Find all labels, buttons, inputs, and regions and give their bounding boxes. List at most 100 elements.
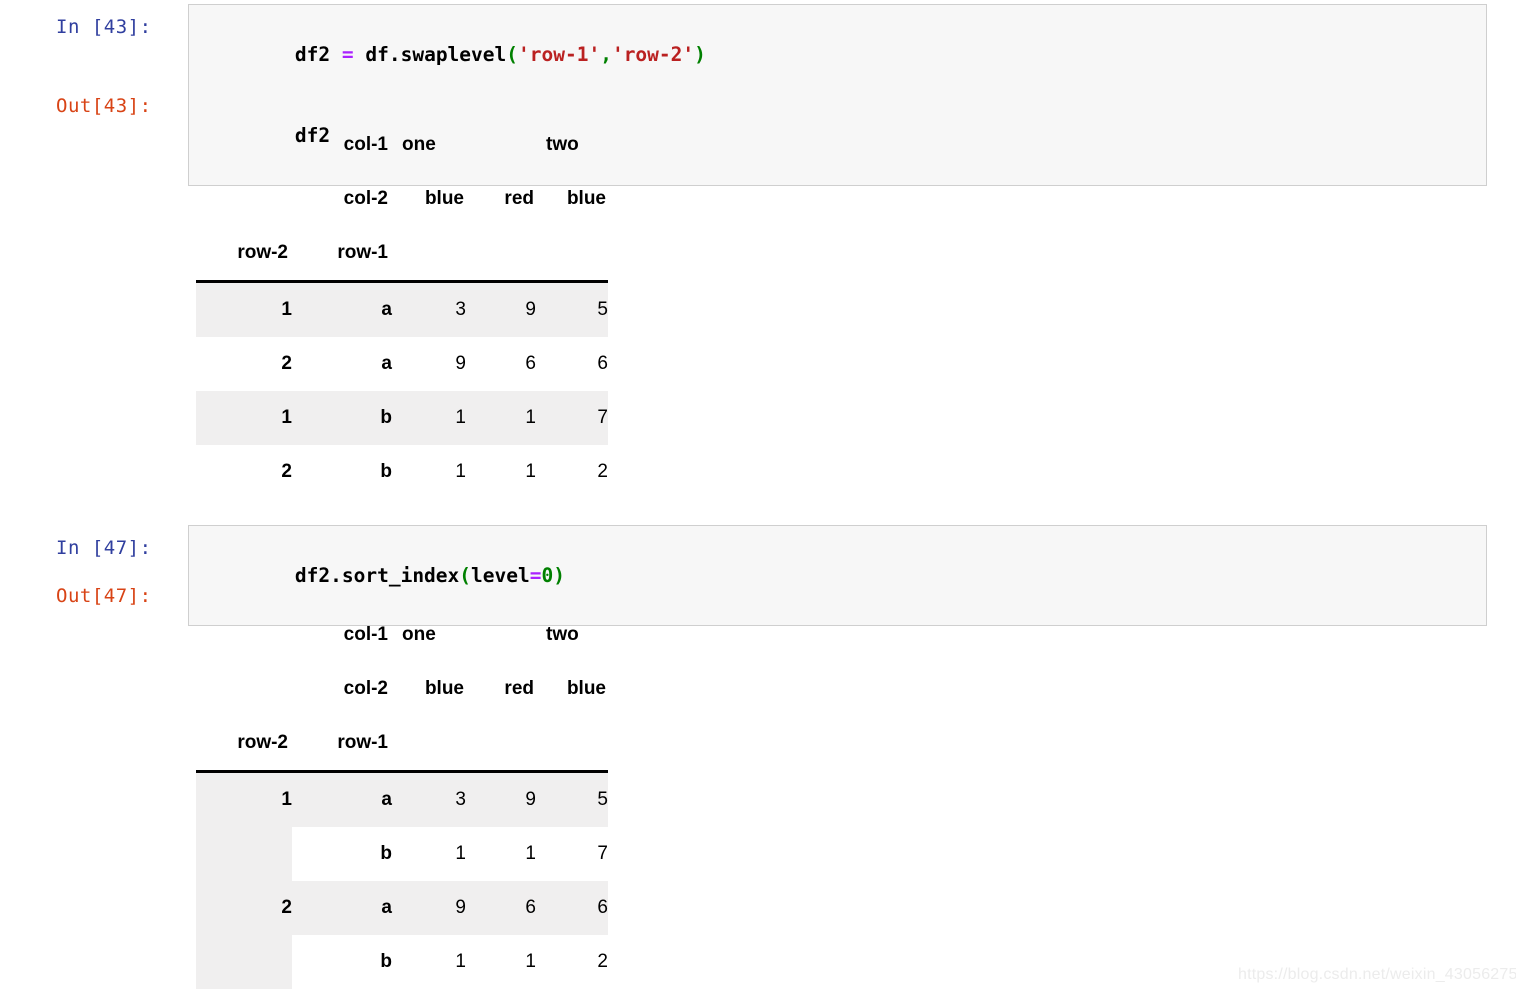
- cell-value: 2: [597, 951, 608, 972]
- table-header-row-col2: col-2 blue red blue: [196, 662, 608, 716]
- cell-value: 3: [392, 281, 466, 337]
- row-index-level0: [196, 827, 292, 881]
- code-token: df2.sort_index: [294, 564, 460, 587]
- index-names-spacer: [536, 716, 608, 773]
- output-prompt-47: Out[47]:: [56, 585, 152, 607]
- header-spacer: [196, 118, 292, 172]
- col-level-name-1: col-1: [343, 624, 388, 645]
- col-level-name-1: col-1: [343, 134, 388, 155]
- table-row: 1 a 3 9 5: [196, 281, 608, 337]
- code-token-punct: ): [694, 43, 706, 66]
- code-line: df2.sort_index(level=0): [201, 535, 1486, 616]
- row-index-level0: 2: [196, 881, 292, 935]
- col-header-red-one: red: [504, 678, 534, 699]
- row-index-level0: 1: [196, 281, 292, 337]
- header-spacer: [196, 662, 292, 716]
- code-token-string: 'row-1': [518, 43, 601, 66]
- row-index-level1: b: [380, 843, 392, 864]
- col-level-name-2: col-2: [343, 188, 388, 209]
- code-token: df2: [294, 43, 342, 66]
- col-group-one: one: [402, 134, 436, 155]
- cell-value: 3: [392, 771, 466, 827]
- code-token-punct: (: [506, 43, 519, 66]
- cell-value: 6: [466, 881, 536, 935]
- code-line: df2 = df.swaplevel('row-1','row-2'): [201, 14, 1486, 95]
- dataframe-table-unsorted: col-1 one two col-2 blue red blue row-2 …: [196, 118, 608, 499]
- col-group-one: one: [402, 624, 436, 645]
- col-level-name-2: col-2: [343, 678, 388, 699]
- cell-value: 1: [455, 461, 466, 482]
- code-token-operator: =: [529, 564, 542, 587]
- input-prompt-43[interactable]: In [43]:: [56, 14, 180, 40]
- code-token: df.swaplevel: [353, 43, 507, 66]
- index-name-row2: row-2: [196, 716, 292, 773]
- col-group-two: two: [546, 624, 579, 645]
- index-names-spacer: [466, 226, 536, 283]
- index-names-spacer: [392, 716, 466, 773]
- row-index-level0: [196, 935, 292, 989]
- cell-value: 1: [525, 461, 536, 482]
- cell-value: 6: [525, 353, 536, 374]
- index-names-spacer: [466, 716, 536, 773]
- site-watermark: https://blog.csdn.net/weixin_43056275: [1238, 966, 1516, 983]
- row-index-level1: b: [380, 951, 392, 972]
- row-index-level1: a: [381, 353, 392, 374]
- table-index-names-row: row-2 row-1: [196, 226, 608, 283]
- cell-value: 1: [525, 951, 536, 972]
- table-row: 2 a 9 6 6: [196, 337, 608, 391]
- row-index-level0: 2: [281, 353, 292, 374]
- col-header-blue-two: blue: [566, 188, 606, 209]
- cell-value: 1: [392, 391, 466, 445]
- dataframe-table-sorted: col-1 one two col-2 blue red blue row-2 …: [196, 608, 608, 989]
- row-index-level0: 1: [196, 771, 292, 827]
- table-body: 1 a 3 9 5 2 a 9 6 6 1 b 1 1 7 2 b 1 1 2: [196, 281, 608, 500]
- cell-value: 7: [536, 391, 608, 445]
- index-name-row1: row-1: [292, 716, 392, 773]
- code-token-operator: =: [341, 43, 354, 66]
- row-index-level0: 1: [196, 391, 292, 445]
- input-prompt-47[interactable]: In [47]:: [56, 535, 180, 561]
- row-index-level1: b: [292, 391, 392, 445]
- code-token-string: 'row-2': [611, 43, 695, 66]
- code-token-kwarg: level: [471, 564, 530, 587]
- table-row: 2 a 9 6 6: [196, 881, 608, 935]
- row-index-level0: 2: [281, 461, 292, 482]
- cell-value: 6: [536, 881, 608, 935]
- table-row: b 1 1 7: [196, 827, 608, 881]
- cell-value: 2: [597, 461, 608, 482]
- col-header-blue-one: blue: [424, 188, 464, 209]
- table-head: col-1 one two col-2 blue red blue row-2 …: [196, 608, 608, 773]
- header-spacer: [196, 608, 292, 662]
- cell-value: 5: [536, 771, 608, 827]
- col-header-blue-two: blue: [566, 678, 606, 699]
- cell-value: 7: [597, 843, 608, 864]
- cell-value: 1: [455, 843, 466, 864]
- cell-value: 9: [455, 353, 466, 374]
- cell-value: 9: [466, 771, 536, 827]
- code-token-number: 0: [541, 564, 554, 587]
- table-row: b 1 1 2: [196, 935, 608, 989]
- table-index-names-row: row-2 row-1: [196, 716, 608, 773]
- table-header-row-col1: col-1 one two: [196, 608, 608, 662]
- table-header-row-col1: col-1 one two: [196, 118, 608, 172]
- dataframe-output-43: col-1 one two col-2 blue red blue row-2 …: [196, 118, 608, 499]
- cell-value: 1: [455, 951, 466, 972]
- header-spacer: [196, 172, 292, 226]
- index-name-row1: row-1: [292, 226, 392, 283]
- cell-value: 9: [466, 281, 536, 337]
- table-head: col-1 one two col-2 blue red blue row-2 …: [196, 118, 608, 283]
- col-group-two: two: [546, 134, 579, 155]
- table-row: 1 b 1 1 7: [196, 391, 608, 445]
- table-row: 2 b 1 1 2: [196, 445, 608, 499]
- code-token-punct: ): [553, 564, 565, 587]
- table-row: 1 a 3 9 5: [196, 771, 608, 827]
- table-body: 1 a 3 9 5 b 1 1 7 2 a 9 6 6 b 1 1 2: [196, 771, 608, 989]
- row-index-level1: a: [292, 771, 392, 827]
- index-names-spacer: [536, 226, 608, 283]
- cell-value: 9: [392, 881, 466, 935]
- col-header-red-one: red: [504, 188, 534, 209]
- cell-value: 5: [536, 281, 608, 337]
- cell-value: 1: [525, 843, 536, 864]
- table-header-row-col2: col-2 blue red blue: [196, 172, 608, 226]
- index-names-spacer: [392, 226, 466, 283]
